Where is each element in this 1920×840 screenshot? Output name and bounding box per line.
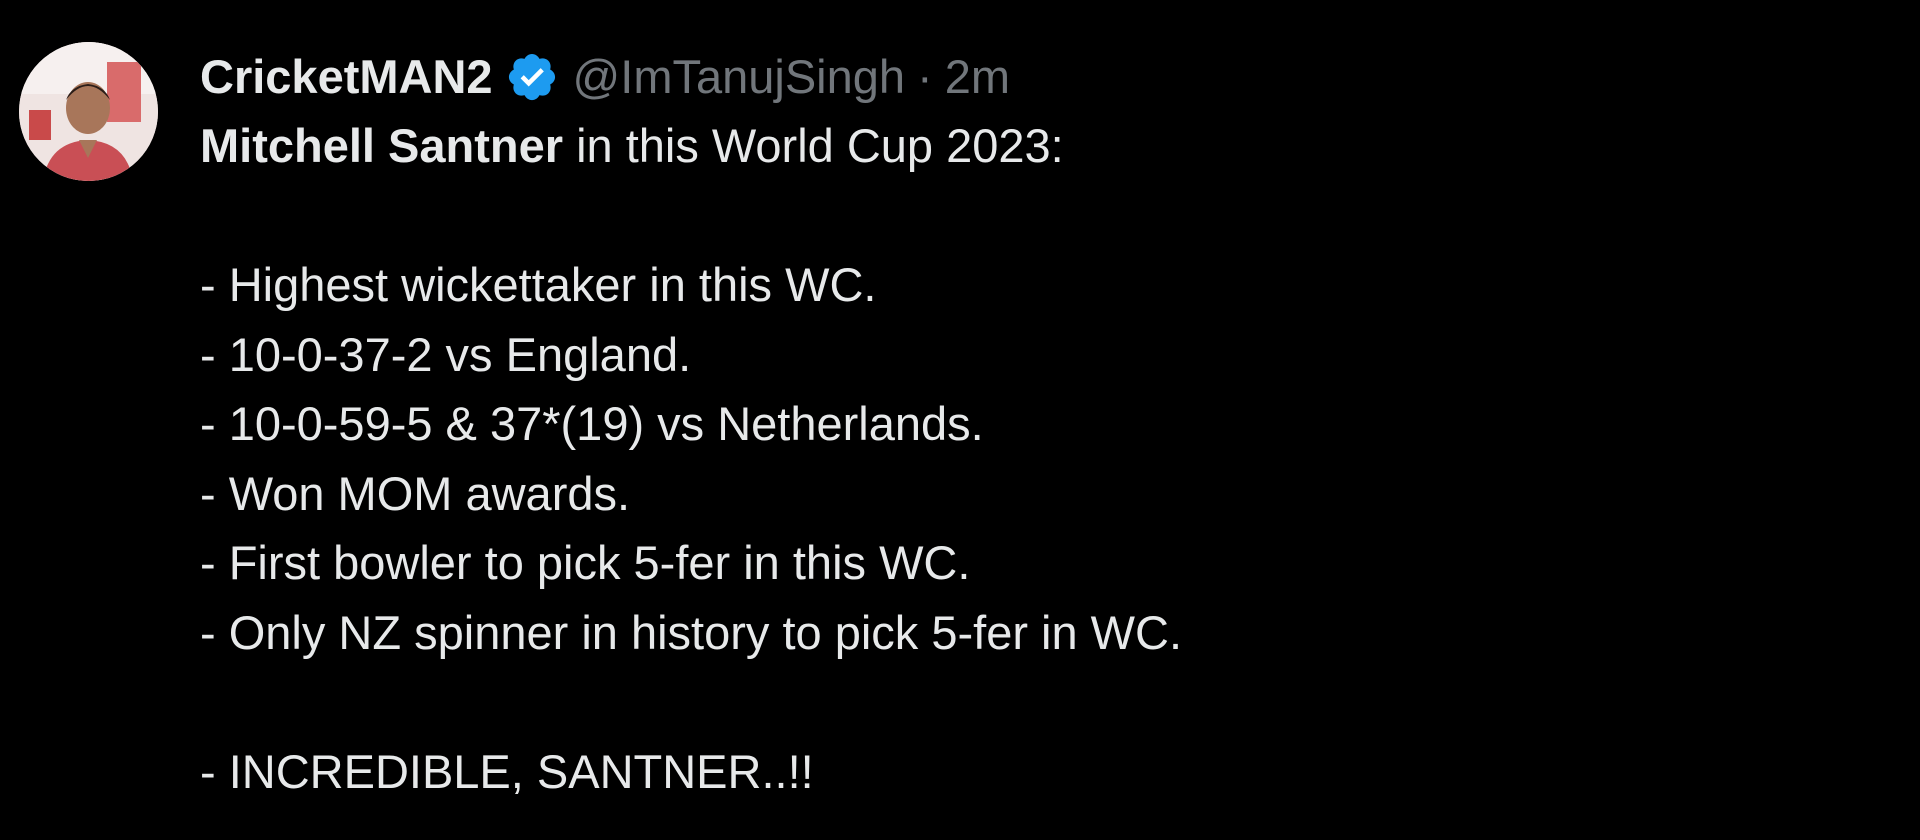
tweet-line-intro: Mitchell Santner in this World Cup 2023: xyxy=(200,111,1880,181)
bullet-line: - First bowler to pick 5-fer in this WC. xyxy=(200,536,971,589)
tweet-body: Mitchell Santner in this World Cup 2023:… xyxy=(200,111,1880,806)
closing-line: - INCREDIBLE, SANTNER..!! xyxy=(200,744,814,798)
player-name: Mitchell Santner xyxy=(200,119,564,172)
bullet-line: - 10-0-37-2 vs England. xyxy=(200,327,692,381)
verified-badge-icon xyxy=(505,50,559,104)
bullet-line: - Won MOM awards. xyxy=(200,466,631,520)
bullet-line: - Highest wickettaker in this WC. xyxy=(200,258,877,311)
tweet-header: CricketMAN2 @ImTanujSingh · 2m xyxy=(200,44,1880,110)
bullet-line: - 10-0-59-5 & 37*(19) vs Netherlands. xyxy=(200,397,984,450)
user-handle[interactable]: @ImTanujSingh xyxy=(573,44,906,110)
bullet-line: - Only NZ spinner in history to pick 5-f… xyxy=(200,605,1183,659)
display-name[interactable]: CricketMAN2 xyxy=(200,44,493,110)
intro-text: in this World Cup 2023: xyxy=(563,119,1064,172)
header-separator: · xyxy=(917,50,933,103)
tweet-content: CricketMAN2 @ImTanujSingh · 2m Mitchell … xyxy=(200,44,1880,806)
tweet-timestamp[interactable]: 2m xyxy=(945,44,1010,110)
tweet-card: CricketMAN2 @ImTanujSingh · 2m Mitchell … xyxy=(0,0,1920,840)
user-avatar[interactable] xyxy=(19,42,158,181)
